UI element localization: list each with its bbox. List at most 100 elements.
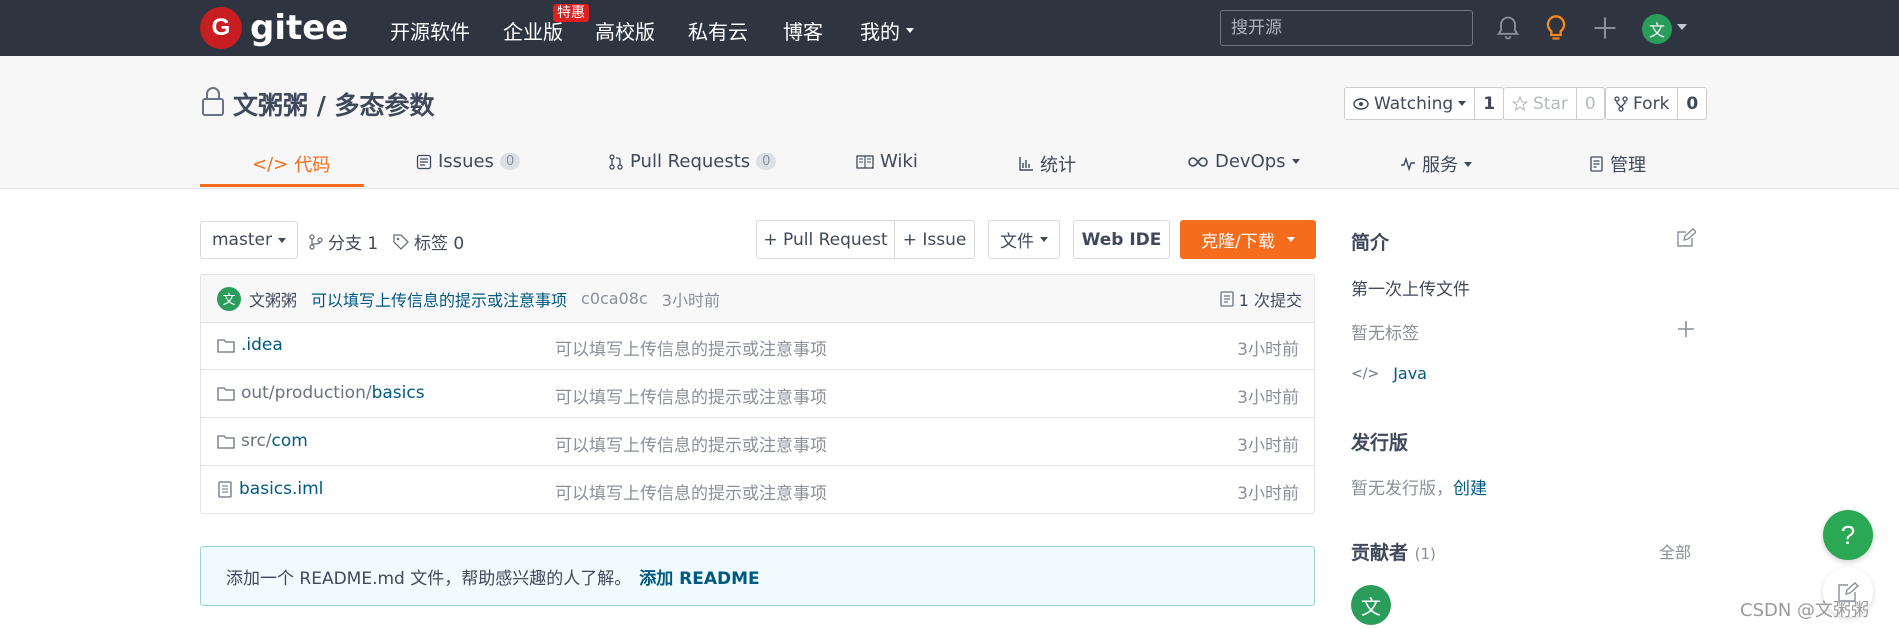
branch-name: master — [212, 230, 272, 250]
files-label: 文件 — [1000, 232, 1034, 252]
branch-icon — [309, 233, 323, 250]
tags-count: 标签 0 — [414, 234, 465, 254]
file-commit-message[interactable]: 可以填写上传信息的提示或注意事项 — [555, 431, 827, 456]
user-avatar[interactable]: 文 — [1642, 14, 1672, 44]
star-count[interactable]: 0 — [1575, 88, 1604, 119]
commit-hash[interactable]: c0ca08c — [581, 289, 648, 308]
lightbulb-icon[interactable] — [1542, 14, 1570, 42]
tab-wiki-label: Wiki — [880, 151, 918, 172]
add-tag-icon[interactable] — [1677, 320, 1695, 338]
active-tab-indicator — [200, 184, 364, 187]
file-commit-message[interactable]: 可以填写上传信息的提示或注意事项 — [555, 335, 827, 360]
nav-mine[interactable]: 我的 — [860, 16, 914, 45]
file-row[interactable]: .idea 可以填写上传信息的提示或注意事项 3小时前 — [201, 323, 1314, 370]
tab-code[interactable]: </> 代码 — [252, 151, 330, 177]
no-release-text: 暂无发行版， — [1351, 479, 1453, 499]
tab-issues[interactable]: Issues 0 — [416, 151, 521, 172]
fork-button[interactable]: Fork 0 — [1605, 87, 1708, 120]
file-row[interactable]: out/production/basics 可以填写上传信息的提示或注意事项 3… — [201, 371, 1314, 418]
tab-pull-requests-label: Pull Requests — [630, 151, 751, 172]
tab-pull-requests[interactable]: Pull Requests 0 — [608, 151, 777, 172]
fork-count[interactable]: 0 — [1677, 88, 1706, 119]
commit-message[interactable]: 可以填写上传信息的提示或注意事项 — [311, 287, 567, 311]
add-readme-link[interactable]: 添加 README — [639, 564, 759, 589]
watch-button[interactable]: Watching 1 — [1344, 87, 1505, 120]
folder-icon — [217, 338, 235, 353]
intro-text: 第一次上传文件 — [1351, 280, 1470, 300]
tab-manage[interactable]: 管理 — [1590, 151, 1646, 177]
branch-selector[interactable]: master — [200, 221, 298, 259]
contributors-heading: 贡献者 (1) — [1351, 538, 1436, 565]
releases-info: 暂无发行版，创建 — [1351, 474, 1487, 499]
watch-count[interactable]: 1 — [1474, 88, 1503, 119]
intro-heading: 简介 — [1351, 232, 1390, 254]
chevron-down-icon — [1040, 237, 1048, 242]
commits-doc-icon — [1220, 290, 1234, 307]
project-title[interactable]: 文粥粥 / 多态参数 — [233, 86, 435, 122]
search-input[interactable] — [1220, 10, 1473, 46]
plus-icon[interactable] — [1591, 14, 1619, 42]
tab-devops[interactable]: DevOps — [1187, 151, 1300, 172]
clone-download-button[interactable]: 克隆/下载 — [1180, 220, 1316, 259]
fork-icon — [1614, 95, 1628, 112]
releases-heading: 发行版 — [1351, 432, 1409, 454]
language-item[interactable]: </> Java — [1351, 364, 1427, 383]
chevron-down-icon — [1286, 237, 1295, 242]
file-name[interactable]: basics.iml — [239, 479, 323, 499]
file-row[interactable]: src/com 可以填写上传信息的提示或注意事项 3小时前 — [201, 419, 1314, 466]
commit-author[interactable]: 文粥粥 — [249, 287, 297, 311]
file-path-prefix[interactable]: src/ — [241, 431, 272, 451]
chevron-down-icon — [906, 28, 914, 33]
file-name[interactable]: basics — [372, 383, 425, 403]
file-path-prefix[interactable]: out/production/ — [241, 383, 372, 403]
contributor-avatar[interactable]: 文 — [1351, 585, 1391, 625]
new-issue-button[interactable]: + Issue — [894, 220, 975, 259]
folder-icon — [217, 386, 235, 401]
tab-devops-label: DevOps — [1215, 151, 1286, 172]
commit-count-link[interactable]: 1 次提交 — [1220, 287, 1302, 311]
nav-blog[interactable]: 博客 — [783, 16, 823, 45]
web-ide-button[interactable]: Web IDE — [1073, 220, 1170, 259]
file-time: 3小时前 — [1237, 436, 1299, 456]
pulse-icon — [1401, 157, 1415, 171]
chevron-down-icon — [1291, 159, 1300, 164]
file-name[interactable]: .idea — [241, 335, 283, 355]
book-icon — [856, 154, 874, 169]
gitee-logo[interactable]: G gitee — [200, 7, 348, 49]
tab-wiki[interactable]: Wiki — [856, 151, 918, 172]
file-time: 3小时前 — [1237, 340, 1299, 360]
tags-link[interactable]: 标签 0 — [393, 229, 464, 254]
watch-label: Watching — [1374, 93, 1454, 114]
latest-commit-row: 文 文粥粥 可以填写上传信息的提示或注意事项 c0ca08c 3小时前 1 次提… — [201, 275, 1314, 323]
contributors-count: (1) — [1414, 545, 1436, 563]
star-button[interactable]: Star 0 — [1503, 87, 1605, 120]
nav-private-cloud[interactable]: 私有云 — [688, 16, 748, 45]
file-name[interactable]: com — [272, 431, 308, 451]
file-commit-message[interactable]: 可以填写上传信息的提示或注意事项 — [555, 479, 827, 504]
help-button[interactable]: ? — [1823, 510, 1873, 560]
readme-notice-text: 添加一个 README.md 文件，帮助感兴趣的人了解。 — [226, 568, 632, 589]
bell-icon[interactable] — [1494, 14, 1522, 42]
new-pull-request-button[interactable]: + Pull Request — [756, 220, 895, 259]
all-contributors-link[interactable]: 全部 — [1659, 539, 1691, 563]
nav-education[interactable]: 高校版 — [595, 16, 655, 45]
tab-stats[interactable]: 统计 — [1018, 151, 1076, 177]
file-row[interactable]: basics.iml 可以填写上传信息的提示或注意事项 3小时前 — [201, 467, 1314, 514]
settings-doc-icon — [1590, 156, 1603, 172]
file-commit-message[interactable]: 可以填写上传信息的提示或注意事项 — [555, 383, 827, 408]
edit-icon[interactable] — [1676, 228, 1696, 248]
nav-open-source[interactable]: 开源软件 — [390, 16, 470, 45]
chevron-down-icon[interactable] — [1677, 24, 1687, 30]
csdn-watermark: CSDN @文粥粥 — [1740, 600, 1870, 621]
create-release-link[interactable]: 创建 — [1453, 479, 1487, 499]
branches-link[interactable]: 分支 1 — [309, 229, 378, 254]
tab-stats-label: 统计 — [1040, 155, 1076, 176]
nav-mine-label: 我的 — [860, 20, 900, 44]
files-dropdown-button[interactable]: 文件 — [988, 220, 1060, 259]
tab-services[interactable]: 服务 — [1400, 151, 1472, 177]
lock-icon — [202, 87, 224, 116]
issues-icon — [416, 154, 432, 169]
top-navbar: G gitee 开源软件 企业版 特惠 高校版 私有云 博客 我的 文 — [0, 0, 1899, 56]
commit-author-avatar[interactable]: 文 — [217, 286, 241, 311]
file-list: 文 文粥粥 可以填写上传信息的提示或注意事项 c0ca08c 3小时前 1 次提… — [200, 274, 1315, 514]
